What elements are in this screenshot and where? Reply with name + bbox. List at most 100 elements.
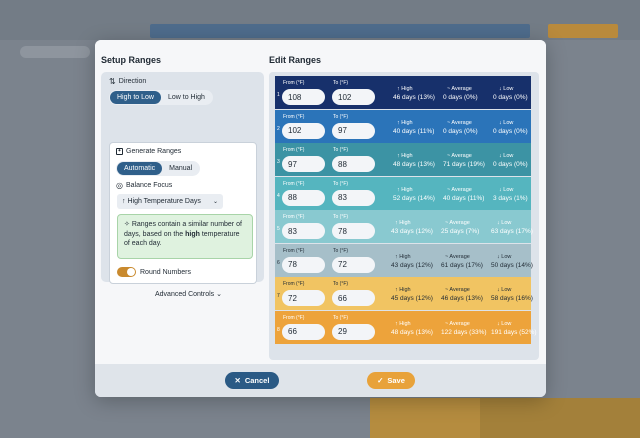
high-label: ↑ High bbox=[397, 186, 413, 193]
cancel-button[interactable]: ✕ Cancel bbox=[225, 372, 279, 389]
to-label: To (°F) bbox=[333, 180, 349, 187]
from-input[interactable]: 97 bbox=[282, 156, 325, 172]
low-days: 58 days (16%) bbox=[491, 295, 533, 302]
from-input[interactable]: 78 bbox=[282, 256, 325, 273]
setup-ranges-title: Setup Ranges bbox=[101, 55, 162, 65]
toggle-knob bbox=[127, 268, 135, 276]
from-input[interactable]: 88 bbox=[282, 189, 325, 206]
info-text-bold: high bbox=[185, 230, 200, 238]
sort-arrows-icon: ⇅ bbox=[109, 77, 116, 86]
advanced-controls-button[interactable]: Advanced Controls ⌄ bbox=[107, 290, 270, 298]
background-strip-accent bbox=[548, 24, 618, 38]
average-days: 46 days (13%) bbox=[441, 295, 483, 302]
to-input[interactable]: 66 bbox=[332, 290, 375, 306]
info-box: ✧ Ranges contain a similar number of day… bbox=[117, 214, 253, 259]
generate-icon: ✦ bbox=[116, 148, 123, 155]
from-label: From (°F) bbox=[283, 113, 305, 120]
average-days: 61 days (17%) bbox=[441, 261, 483, 269]
from-input[interactable]: 72 bbox=[282, 290, 325, 306]
balance-select-value: ↑ High Temperature Days bbox=[122, 198, 201, 205]
direction-high-to-low[interactable]: High to Low bbox=[110, 91, 161, 104]
to-label: To (°F) bbox=[333, 214, 349, 220]
save-label: Save bbox=[387, 376, 405, 385]
average-label: ~ Average bbox=[447, 86, 472, 92]
range-index: 4 bbox=[277, 192, 280, 199]
range-row: 3 From (°F) 97 To (°F) 88 ↑ High 48 days (13%)… bbox=[275, 143, 531, 176]
background-block bbox=[370, 398, 480, 438]
low-days: 0 days (0%) bbox=[493, 127, 528, 135]
range-index: 8 bbox=[277, 326, 280, 333]
range-row: 4 From (°F) 88 To (°F) 83 ↑ High 52 days (14%)… bbox=[275, 176, 531, 210]
low-label: ↓ Low bbox=[499, 86, 514, 92]
chevron-down-icon: ⌄ bbox=[212, 199, 218, 205]
edit-ranges-title: Edit Ranges bbox=[269, 55, 322, 65]
from-input[interactable]: 108 bbox=[282, 89, 325, 105]
high-label: ↑ High bbox=[395, 253, 411, 260]
to-label: To (°F) bbox=[333, 247, 349, 254]
range-row: 6 From (°F) 78 To (°F) 72 ↑ High 43 days (12%)… bbox=[275, 243, 533, 277]
check-icon: ✓ bbox=[377, 376, 384, 385]
from-label: From (°F) bbox=[283, 281, 305, 287]
high-days: 46 days (13%) bbox=[393, 94, 435, 101]
to-input[interactable]: 72 bbox=[332, 256, 375, 273]
to-input[interactable]: 83 bbox=[332, 189, 375, 206]
direction-low-to-high[interactable]: Low to High bbox=[161, 91, 212, 104]
to-label: To (°F) bbox=[333, 281, 349, 287]
from-label: From (°F) bbox=[283, 80, 305, 86]
to-label: To (°F) bbox=[333, 147, 349, 153]
low-label: ↓ Low bbox=[499, 186, 514, 193]
generate-ranges-box: ✦ Generate Ranges Automatic Manual ◎ Bal… bbox=[109, 142, 257, 284]
from-input[interactable]: 66 bbox=[282, 323, 325, 340]
round-numbers-toggle[interactable] bbox=[117, 267, 136, 277]
generate-toggle: Automatic Manual bbox=[116, 161, 201, 176]
low-label: ↓ Low bbox=[497, 220, 512, 226]
average-label: ~ Average bbox=[445, 287, 470, 293]
generate-manual[interactable]: Manual bbox=[162, 162, 199, 175]
cancel-label: Cancel bbox=[244, 376, 270, 385]
setup-panel: ⇅ Direction High to Low Low to High ✦ Ge… bbox=[101, 72, 264, 298]
direction-toggle: High to Low Low to High bbox=[109, 90, 213, 105]
average-label: ~ Average bbox=[445, 320, 470, 327]
low-label: ↓ Low bbox=[497, 320, 512, 327]
balance-value: High Temperature Days bbox=[127, 198, 201, 205]
average-days: 25 days (7%) bbox=[441, 228, 480, 235]
direction-label: Direction bbox=[118, 78, 147, 85]
range-index: 5 bbox=[277, 226, 280, 232]
high-days: 52 days (14%) bbox=[393, 194, 435, 202]
average-label: ~ Average bbox=[447, 153, 472, 159]
range-row: 7 From (°F) 72 To (°F) 66 ↑ High 45 days (12%)… bbox=[275, 277, 533, 310]
from-input[interactable]: 83 bbox=[282, 223, 325, 239]
from-input[interactable]: 102 bbox=[282, 122, 325, 139]
to-input[interactable]: 97 bbox=[332, 122, 375, 139]
save-button[interactable]: ✓ Save bbox=[367, 372, 415, 389]
edit-ranges-panel: 1 From (°F) 108 To (°F) 102 ↑ High 46 days (13… bbox=[269, 72, 539, 360]
average-label: ~ Average bbox=[445, 220, 470, 226]
average-label: ~ Average bbox=[445, 253, 470, 260]
high-days: 48 days (13%) bbox=[393, 161, 435, 168]
to-input[interactable]: 29 bbox=[332, 323, 375, 340]
range-index: 2 bbox=[277, 125, 280, 132]
to-input[interactable]: 88 bbox=[332, 156, 375, 172]
range-row: 2 From (°F) 102 To (°F) 97 ↑ High 40 days (11%… bbox=[275, 109, 531, 143]
balance-label: Balance Focus bbox=[125, 182, 173, 189]
average-days: 0 days (0%) bbox=[443, 94, 478, 101]
average-days: 71 days (19%) bbox=[443, 161, 485, 168]
to-input[interactable]: 102 bbox=[332, 89, 375, 105]
balance-focus-select[interactable]: ↑ High Temperature Days ⌄ bbox=[117, 194, 223, 209]
to-input[interactable]: 78 bbox=[332, 223, 375, 239]
high-days: 40 days (11%) bbox=[393, 127, 435, 135]
range-row: 1 From (°F) 108 To (°F) 102 ↑ High 46 days (13… bbox=[275, 76, 531, 109]
high-label: ↑ High bbox=[395, 287, 411, 293]
average-days: 122 days (33%) bbox=[441, 328, 487, 336]
high-label: ↑ High bbox=[395, 320, 411, 327]
high-days: 48 days (13%) bbox=[391, 328, 433, 336]
high-days: 43 days (12%) bbox=[391, 261, 433, 269]
direction-label-group: ⇅ Direction bbox=[109, 77, 146, 86]
high-label: ↑ High bbox=[397, 86, 413, 92]
generate-automatic[interactable]: Automatic bbox=[117, 162, 163, 175]
from-label: From (°F) bbox=[283, 314, 305, 321]
to-label: To (°F) bbox=[333, 113, 349, 120]
target-icon: ◎ bbox=[116, 181, 123, 190]
dialog-footer bbox=[95, 364, 546, 397]
background-pill bbox=[20, 46, 90, 58]
